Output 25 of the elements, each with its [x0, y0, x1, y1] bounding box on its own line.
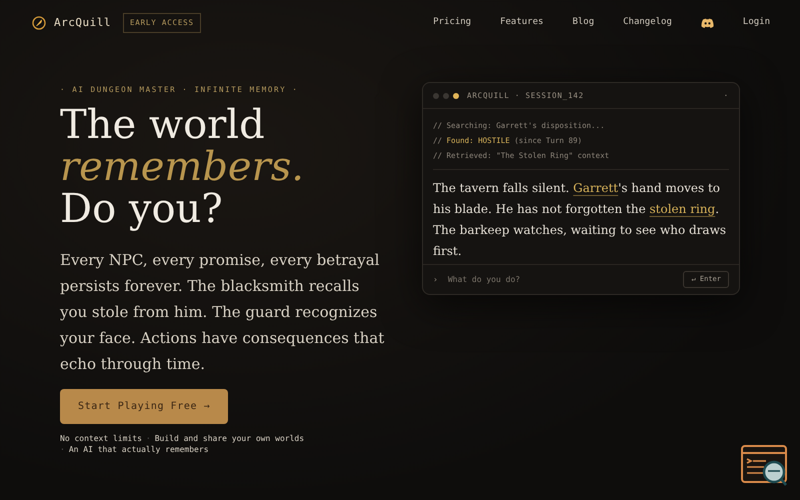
prompt-chevron: ›: [433, 274, 438, 286]
command-input[interactable]: What do you do?: [446, 272, 684, 286]
start-playing-button[interactable]: Start Playing Free →: [60, 389, 228, 424]
quill-logo-icon[interactable]: [32, 16, 46, 30]
nav-link[interactable]: Features: [500, 16, 544, 30]
feature-text: Build and share your own worlds: [154, 433, 304, 444]
login-link[interactable]: Login: [742, 16, 770, 30]
window-dots-icon: [433, 92, 459, 98]
nav-link[interactable]: Changelog: [623, 16, 672, 30]
chat-bubble-icon[interactable]: [700, 18, 714, 28]
headline: The world: [60, 104, 266, 146]
feature-text: No context limits: [60, 433, 142, 444]
brand-name[interactable]: ArcQuill: [54, 14, 111, 32]
hero-description: Every NPC, every promise, every betrayal persists forever. The blacksmith recalls you stole from him. The guard recognizes your face. Actions have consequences that echo through time.: [60, 250, 385, 376]
separator-dot: ·: [60, 444, 65, 456]
headline: remembers.: [60, 146, 305, 188]
headline: Do you?: [60, 188, 224, 230]
nav-link[interactable]: Blog: [572, 16, 594, 30]
story-link[interactable]: stolen ring: [650, 202, 716, 216]
terminal-search-icon[interactable]: [740, 444, 790, 488]
story-link[interactable]: Garrett: [573, 181, 618, 195]
feature-text: An AI that actually remembers: [68, 444, 209, 456]
nav-link[interactable]: Pricing: [433, 16, 472, 30]
story-text: The tavern falls silent. Garrett's hand moves to his blade. He has not forgotten the stolen ring. The barkeep watches, waiting to see who draws first.: [433, 180, 728, 260]
separator-dot: ·: [146, 433, 151, 444]
